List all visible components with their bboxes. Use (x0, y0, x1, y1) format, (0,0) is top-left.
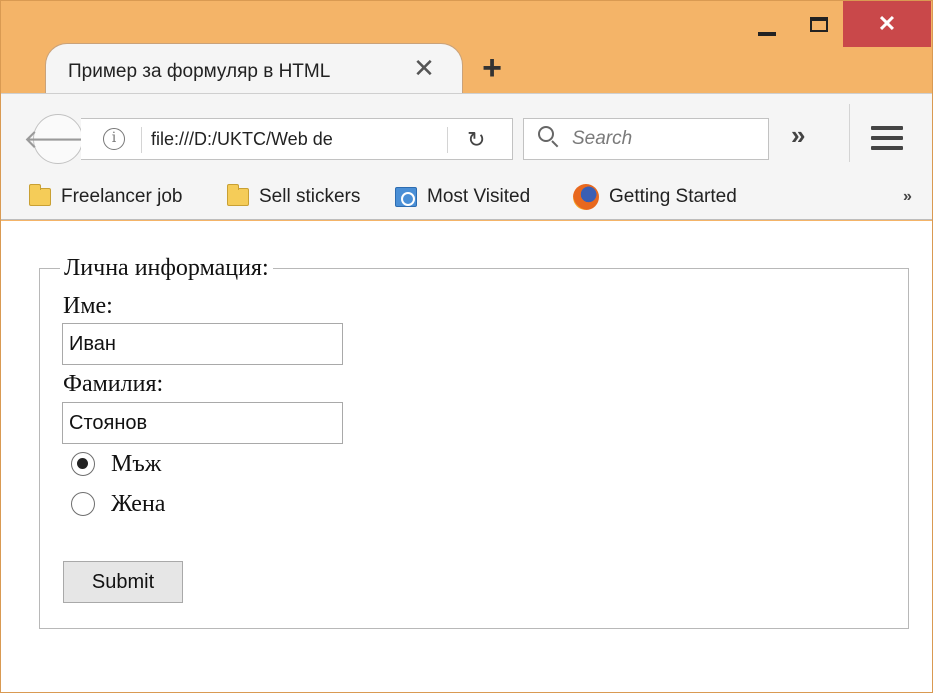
page-content: Лична информация: Име: Фамилия: Мъж Жена… (1, 221, 932, 692)
bookmarks-overflow-icon[interactable]: » (903, 188, 912, 206)
bookmark-label: Getting Started (609, 186, 737, 207)
browser-tab[interactable]: Пример за формуляр в HTML ✕ (45, 43, 463, 95)
title-bar: Пример за формуляр в HTML ✕ + ✕ (1, 1, 932, 95)
back-button[interactable]: 🡐 (23, 114, 93, 164)
url-text[interactable]: file:///D:/UKTC/Web de (151, 129, 401, 150)
bookmark-most-visited[interactable]: Most Visited (395, 186, 530, 208)
maximize-button[interactable] (797, 1, 841, 47)
reload-icon[interactable]: ↻ (467, 127, 485, 153)
last-name-input[interactable] (62, 402, 343, 444)
most-visited-icon (395, 187, 417, 207)
submit-button[interactable]: Submit (63, 561, 183, 603)
female-radio-label: Жена (111, 491, 166, 517)
firefox-icon (573, 184, 599, 210)
bookmark-sell-stickers[interactable]: Sell stickers (227, 184, 361, 208)
search-icon (538, 125, 562, 153)
tab-close-icon[interactable]: ✕ (411, 55, 437, 81)
last-name-label: Фамилия: (63, 371, 164, 397)
search-input[interactable] (572, 127, 752, 151)
url-bar[interactable]: i file:///D:/UKTC/Web de ↻ (81, 118, 513, 160)
bookmark-label: Most Visited (427, 186, 531, 207)
male-radio-label: Мъж (111, 451, 162, 477)
first-name-input[interactable] (62, 323, 343, 365)
bookmark-freelancer-job[interactable]: Freelancer job (29, 184, 183, 208)
search-bar[interactable] (523, 118, 769, 160)
browser-window: Пример за формуляр в HTML ✕ + ✕ 🡐 i file… (0, 0, 933, 693)
first-name-label: Име: (63, 293, 113, 319)
url-separator (447, 127, 448, 153)
folder-icon (29, 184, 51, 206)
female-radio[interactable] (71, 492, 95, 516)
toolbar-overflow-icon[interactable]: » (791, 120, 805, 151)
folder-icon (227, 184, 249, 206)
close-window-button[interactable]: ✕ (843, 1, 931, 47)
maximize-icon (810, 16, 828, 32)
menu-icon[interactable] (871, 126, 903, 150)
url-separator (141, 127, 142, 153)
bookmark-label: Freelancer job (61, 186, 183, 207)
bookmarks-bar: Freelancer job Sell stickers Most Visite… (1, 176, 932, 220)
info-icon[interactable]: i (103, 128, 125, 150)
fieldset-legend: Лична информация: (64, 255, 269, 281)
minimize-icon (758, 32, 776, 36)
new-tab-icon[interactable]: + (475, 51, 509, 85)
minimize-button[interactable] (745, 1, 789, 47)
male-radio[interactable] (71, 452, 95, 476)
toolbar-separator (849, 104, 850, 162)
tab-title: Пример за формуляр в HTML (68, 61, 331, 82)
bookmark-label: Sell stickers (259, 186, 361, 207)
bookmark-getting-started[interactable]: Getting Started (573, 184, 737, 210)
navigation-bar: 🡐 i file:///D:/UKTC/Web de ↻ » (1, 93, 932, 176)
